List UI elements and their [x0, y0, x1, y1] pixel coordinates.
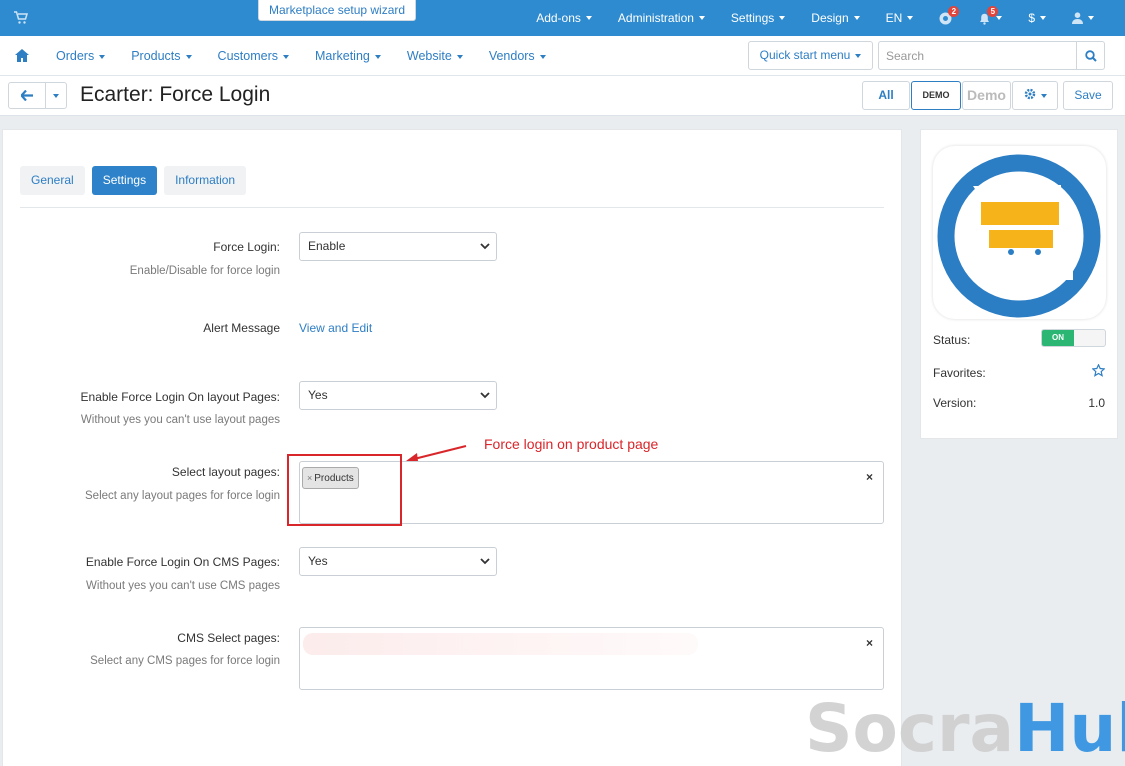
home-icon[interactable] [15, 49, 29, 62]
status-toggle[interactable]: ON [1041, 329, 1106, 347]
demo-store-2-button[interactable]: Demo Store [962, 81, 1011, 110]
star-icon[interactable] [1092, 364, 1105, 377]
tab-general[interactable]: General [20, 166, 85, 195]
layout-pages-select-hint: Select any layout pages for force login [85, 490, 280, 502]
help-badge: 2 [948, 6, 960, 17]
settings-menu[interactable]: Settings [718, 0, 798, 36]
force-login-hint: Enable/Disable for force login [129, 265, 280, 277]
search-icon [1085, 50, 1097, 62]
notifications-menu[interactable]: 5 [965, 0, 1015, 36]
alert-message-label: Alert Message [203, 321, 280, 335]
nav-vendors[interactable]: Vendors [476, 49, 559, 63]
layout-pages-enable-label: Enable Force Login On layout Pages: [80, 390, 280, 404]
back-dropdown-button[interactable] [45, 82, 67, 109]
cms-pages-multiselect[interactable]: × [299, 627, 884, 690]
all-stores-button[interactable]: All [862, 81, 910, 110]
chevron-down-icon [480, 243, 490, 250]
cms-pages-select-label: CMS Select pages: [177, 631, 280, 645]
cms-pages-select-hint: Select any CMS pages for force login [90, 655, 280, 667]
main-nav: Orders Products Customers Marketing Webs… [0, 36, 1125, 76]
force-login-label: Force Login: [213, 240, 280, 254]
top-nav: Add-ons Administration Settings Design E… [523, 0, 1107, 36]
quick-start-menu-button[interactable]: Quick start menu [748, 41, 873, 70]
layout-pages-select-label: Select layout pages: [171, 465, 280, 479]
user-menu[interactable] [1059, 0, 1107, 36]
clear-selection-icon[interactable]: × [866, 636, 873, 650]
addon-sidebar: Status: ON Favorites: Version: 1.0 [920, 129, 1118, 439]
clear-selection-icon[interactable]: × [866, 470, 873, 484]
search-button[interactable] [1076, 41, 1105, 70]
user-icon [1072, 12, 1083, 24]
search-input[interactable] [878, 41, 1077, 70]
gear-icon [1024, 88, 1035, 100]
redacted-selection [303, 633, 698, 655]
cms-pages-enable-hint: Without yes you can't use CMS pages [86, 580, 280, 592]
tab-information[interactable]: Information [164, 166, 247, 195]
addons-menu[interactable]: Add-ons [523, 0, 605, 36]
arrow-left-icon [21, 90, 33, 101]
watermark: SocraHub [805, 690, 1125, 766]
cms-pages-enable-label: Enable Force Login On CMS Pages: [85, 555, 280, 569]
save-button[interactable]: Save [1063, 81, 1113, 110]
force-login-select[interactable]: Enable [299, 232, 497, 261]
nav-products[interactable]: Products [118, 49, 204, 63]
nav-items: Orders Products Customers Marketing Webs… [43, 36, 559, 76]
ecarter-logo-icon [937, 154, 1101, 318]
annotation-arrow-icon [406, 445, 467, 461]
layout-pages-enable-hint: Without yes you can't use layout pages [80, 414, 280, 426]
tabs-divider [20, 207, 884, 208]
favorites-label: Favorites: [933, 366, 986, 380]
currency-menu[interactable]: $ [1015, 0, 1059, 36]
title-bar: Ecarter: Force Login All DEMO STORE Demo… [0, 76, 1125, 116]
nav-marketing[interactable]: Marketing [302, 49, 394, 63]
annotation-text: Force login on product page [484, 436, 659, 452]
version-label: Version: [933, 396, 977, 410]
nav-orders[interactable]: Orders [43, 49, 118, 63]
page-title: Ecarter: Force Login [80, 83, 271, 106]
nav-website[interactable]: Website [394, 49, 476, 63]
design-menu[interactable]: Design [798, 0, 872, 36]
chevron-down-icon [480, 392, 490, 399]
version-value: 1.0 [1088, 396, 1105, 410]
language-menu[interactable]: EN [873, 0, 927, 36]
nav-customers[interactable]: Customers [205, 49, 302, 63]
layout-pages-enable-select[interactable]: Yes [299, 381, 497, 410]
chevron-down-icon [480, 558, 490, 565]
help-menu[interactable]: 2 [926, 0, 965, 36]
status-label: Status: [933, 333, 971, 347]
demo-store-button[interactable]: DEMO STORE [911, 81, 961, 110]
tabs: General Settings Information [20, 166, 253, 195]
tab-settings[interactable]: Settings [91, 166, 158, 195]
top-bar: Marketplace setup wizard Add-ons Adminis… [0, 0, 1125, 36]
addon-logo [933, 146, 1106, 319]
marketplace-wizard-button[interactable]: Marketplace setup wizard [258, 0, 417, 21]
administration-menu[interactable]: Administration [605, 0, 718, 36]
cms-pages-enable-select[interactable]: Yes [299, 547, 497, 576]
settings-dropdown-button[interactable] [1012, 81, 1058, 110]
view-and-edit-link[interactable]: View and Edit [299, 321, 372, 335]
cart-icon[interactable] [14, 11, 28, 25]
back-button[interactable] [8, 82, 46, 109]
annotation-highlight-box [287, 454, 402, 526]
